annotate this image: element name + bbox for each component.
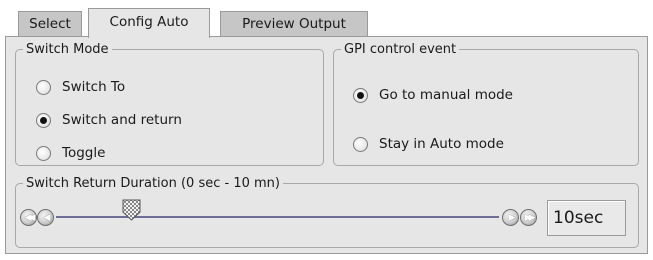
radio-label: Switch To (62, 79, 126, 95)
duration-slider-thumb[interactable] (122, 199, 141, 221)
tab-select[interactable]: Select (18, 11, 82, 37)
step-back-icon[interactable]: ◀ (37, 209, 54, 226)
tab-preview-output[interactable]: Preview Output (220, 11, 368, 37)
config-auto-panel: Switch Mode Switch To Switch and return … (5, 36, 648, 254)
radio-button[interactable] (36, 145, 51, 161)
duration-value: 10sec (547, 200, 626, 236)
radio-stay-in-auto-mode[interactable]: Stay in Auto mode (353, 136, 504, 152)
radio-label: Go to manual mode (379, 87, 513, 103)
radio-button[interactable] (353, 136, 368, 152)
tab-select-label: Select (29, 16, 71, 32)
tab-config-auto[interactable]: Config Auto (88, 8, 210, 38)
switch-return-duration-group: Switch Return Duration (0 sec - 10 mn) ◀… (15, 177, 639, 248)
duration-title: Switch Return Duration (0 sec - 10 mn) (26, 176, 280, 191)
tab-config-auto-label: Config Auto (109, 14, 189, 30)
radio-go-to-manual-mode[interactable]: Go to manual mode (353, 87, 513, 103)
radio-label: Toggle (62, 145, 106, 161)
radio-button[interactable] (36, 79, 51, 95)
gpi-control-group: GPI control event Go to manual mode Stay… (333, 43, 639, 166)
radio-switch-and-return[interactable]: Switch and return (36, 112, 182, 128)
skip-to-end-icon[interactable]: ▶▶ (520, 209, 537, 226)
step-forward-icon[interactable]: ▶ (502, 209, 519, 226)
tab-preview-output-label: Preview Output (242, 16, 346, 32)
switch-mode-group: Switch Mode Switch To Switch and return … (15, 43, 324, 166)
radio-switch-to[interactable]: Switch To (36, 79, 125, 95)
gpi-control-title: GPI control event (344, 42, 457, 57)
radio-button[interactable] (353, 87, 368, 103)
radio-label: Switch and return (62, 112, 182, 128)
radio-label: Stay in Auto mode (379, 136, 504, 152)
radio-button[interactable] (36, 112, 51, 128)
radio-toggle[interactable]: Toggle (36, 145, 105, 161)
switch-mode-title: Switch Mode (26, 42, 109, 57)
skip-to-start-icon[interactable]: ◀◀ (20, 209, 37, 226)
